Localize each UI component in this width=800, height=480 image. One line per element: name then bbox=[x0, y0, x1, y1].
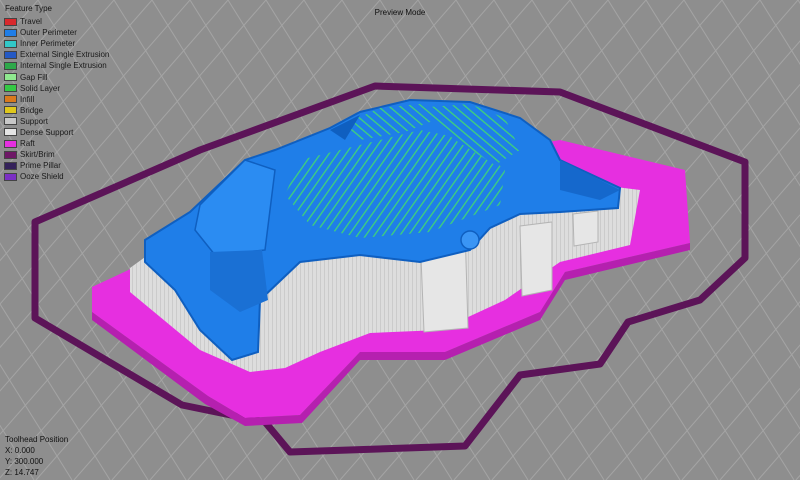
legend-swatch bbox=[4, 73, 17, 82]
legend-swatch bbox=[4, 117, 17, 126]
toolhead-title: Toolhead Position bbox=[5, 435, 69, 444]
legend-label: Support bbox=[20, 116, 49, 126]
legend-item: Dense Support bbox=[4, 127, 109, 138]
legend-item: Ooze Shield bbox=[4, 171, 109, 182]
legend-swatch bbox=[4, 128, 17, 137]
legend-swatch bbox=[4, 84, 17, 93]
grid-line bbox=[719, 387, 800, 480]
legend-item: Prime Pillar bbox=[4, 160, 109, 171]
legend-item: Raft bbox=[4, 138, 109, 149]
legend-swatch bbox=[4, 172, 17, 181]
legend-label: External Single Extrusion bbox=[20, 50, 110, 60]
legend-swatch bbox=[4, 39, 17, 48]
gcode-preview-scene[interactable] bbox=[0, 0, 800, 480]
feature-type-legend: Feature Type Travel Outer Perimeter Inner … bbox=[4, 4, 109, 182]
toolhead-z: Z: 14.747 bbox=[5, 468, 39, 477]
preview-viewport[interactable]: Feature Type Travel Outer Perimeter Inner … bbox=[0, 0, 800, 480]
legend-label: Raft bbox=[20, 139, 35, 149]
legend-item: Bridge bbox=[4, 105, 109, 116]
legend-label: Ooze Shield bbox=[20, 172, 64, 182]
legend-item: Travel bbox=[4, 16, 109, 27]
legend-label: Infill bbox=[20, 94, 35, 104]
legend-swatch bbox=[4, 161, 17, 170]
preview-mode-label: Preview Mode bbox=[374, 8, 426, 17]
legend-label: Internal Single Extrusion bbox=[20, 61, 107, 71]
legend-swatch bbox=[4, 106, 17, 115]
legend-label: Inner Perimeter bbox=[20, 39, 76, 49]
legend-item: Inner Perimeter bbox=[4, 38, 109, 49]
legend-item: Internal Single Extrusion bbox=[4, 60, 109, 71]
legend-label: Solid Layer bbox=[20, 83, 61, 93]
legend-label: Outer Perimeter bbox=[20, 28, 77, 38]
legend-item: Solid Layer bbox=[4, 83, 109, 94]
legend-label: Prime Pillar bbox=[20, 161, 61, 171]
legend-label: Gap Fill bbox=[20, 72, 48, 82]
legend-swatch bbox=[4, 95, 17, 104]
legend-item: Infill bbox=[4, 94, 109, 105]
legend-swatch bbox=[4, 61, 17, 70]
legend-item: Gap Fill bbox=[4, 71, 109, 82]
legend-item: Support bbox=[4, 116, 109, 127]
grid-line bbox=[721, 0, 800, 126]
toolhead-x: X: 0.000 bbox=[5, 446, 35, 455]
legend-swatch bbox=[4, 28, 17, 37]
toolhead-y: Y: 300.000 bbox=[5, 457, 44, 466]
legend-swatch bbox=[4, 139, 17, 148]
legend-label: Travel bbox=[20, 17, 42, 27]
legend-item: Skirt/Brim bbox=[4, 149, 109, 160]
grid-line bbox=[681, 344, 800, 480]
legend-swatch bbox=[4, 150, 17, 159]
legend-label: Skirt/Brim bbox=[20, 150, 55, 160]
legend-label: Bridge bbox=[20, 105, 44, 115]
legend-label: Dense Support bbox=[20, 127, 74, 137]
legend-item: External Single Extrusion bbox=[4, 49, 109, 60]
legend-swatch bbox=[4, 17, 17, 26]
grid-line bbox=[759, 0, 800, 65]
legend-swatch bbox=[4, 50, 17, 59]
grid-line bbox=[757, 431, 800, 480]
grid-line bbox=[795, 474, 800, 480]
legend-item: Outer Perimeter bbox=[4, 27, 109, 38]
toolhead-position-readout: Toolhead Position X: 0.000 Y: 300.000 Z:… bbox=[5, 434, 68, 478]
